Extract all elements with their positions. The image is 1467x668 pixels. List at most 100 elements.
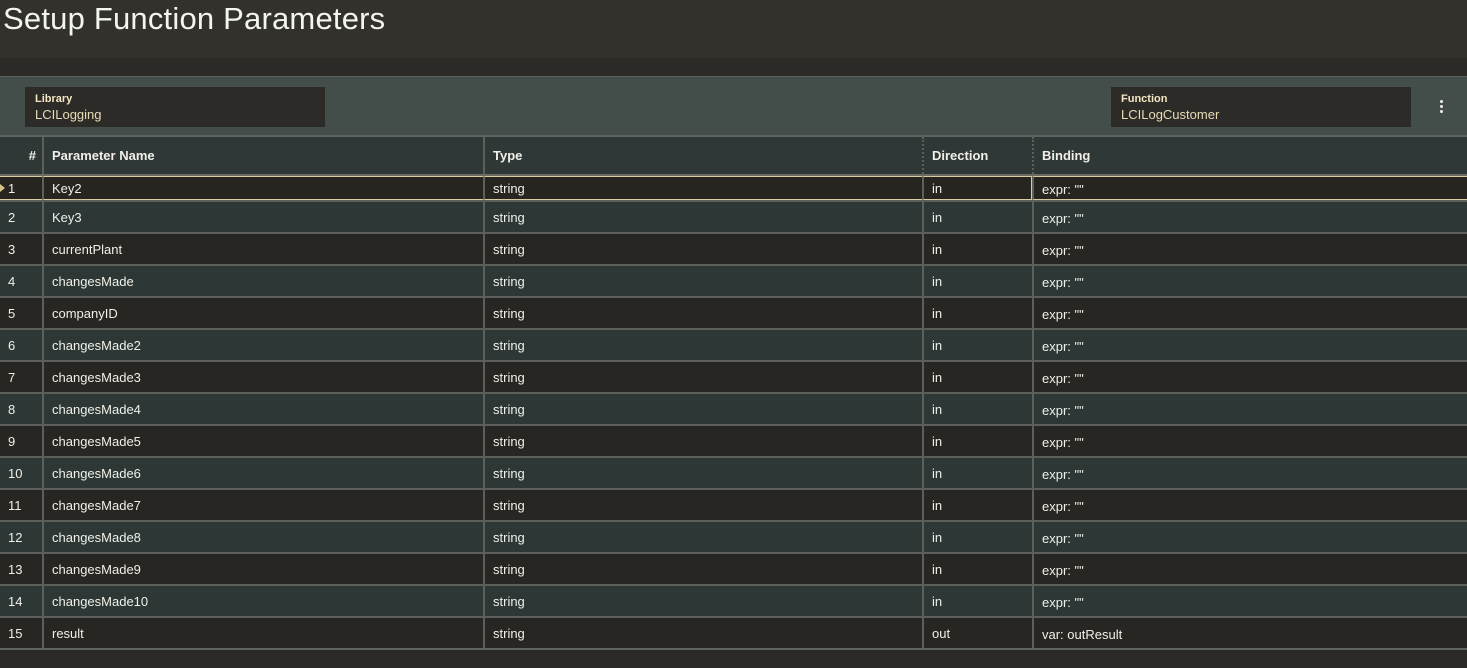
parameter-name-cell[interactable]: changesMade4 [42, 394, 483, 424]
more-options-button[interactable] [1430, 95, 1452, 117]
row-number[interactable]: 7 [0, 362, 42, 392]
row-number[interactable]: 8 [0, 394, 42, 424]
direction-cell[interactable]: in [922, 362, 1032, 392]
column-header-direction[interactable]: Direction [922, 137, 1032, 174]
type-cell[interactable]: string [483, 586, 922, 616]
direction-cell[interactable]: in [922, 234, 1032, 264]
row-number[interactable]: 5 [0, 298, 42, 328]
direction-cell[interactable]: in [922, 490, 1032, 520]
parameter-name-cell[interactable]: changesMade9 [42, 554, 483, 584]
binding-cell[interactable]: expr: "" [1032, 202, 1467, 232]
binding-cell[interactable]: expr: "" [1032, 426, 1467, 456]
binding-cell[interactable]: expr: "" [1032, 266, 1467, 296]
row-number[interactable]: 14 [0, 586, 42, 616]
row-number[interactable]: 3 [0, 234, 42, 264]
row-number[interactable]: 12 [0, 522, 42, 552]
type-cell[interactable]: string [483, 176, 922, 200]
type-cell[interactable]: string [483, 202, 922, 232]
binding-cell[interactable]: expr: "" [1032, 234, 1467, 264]
type-cell[interactable]: string [483, 458, 922, 488]
parameter-name-cell[interactable]: changesMade [42, 266, 483, 296]
direction-cell[interactable]: in [922, 554, 1032, 584]
type-cell[interactable]: string [483, 394, 922, 424]
table-row[interactable]: 6 changesMade2 string in expr: "" [0, 328, 1467, 360]
parameter-name-cell[interactable]: companyID [42, 298, 483, 328]
binding-cell[interactable]: expr: "" [1032, 394, 1467, 424]
table-row[interactable]: 2 Key3 string in expr: "" [0, 200, 1467, 232]
row-number[interactable]: 15 [0, 618, 42, 648]
parameter-name-cell-text: changesMade7 [52, 497, 141, 513]
column-header-parameter-name[interactable]: Parameter Name [42, 137, 483, 174]
parameter-name-cell[interactable]: changesMade5 [42, 426, 483, 456]
binding-cell[interactable]: expr: "" [1032, 330, 1467, 360]
library-field[interactable]: Library LCILogging [25, 87, 325, 127]
direction-cell-text: in [932, 433, 943, 449]
direction-cell[interactable]: in [922, 522, 1032, 552]
direction-cell[interactable]: out [922, 618, 1032, 648]
direction-cell[interactable]: in [922, 394, 1032, 424]
binding-cell[interactable]: expr: "" [1032, 586, 1467, 616]
direction-cell[interactable]: in [922, 202, 1032, 232]
type-cell[interactable]: string [483, 298, 922, 328]
type-cell[interactable]: string [483, 490, 922, 520]
type-cell[interactable]: string [483, 554, 922, 584]
table-row[interactable]: 4 changesMade string in expr: "" [0, 264, 1467, 296]
type-cell[interactable]: string [483, 234, 922, 264]
binding-cell[interactable]: expr: "" [1032, 298, 1467, 328]
binding-cell[interactable]: expr: "" [1032, 176, 1467, 200]
table-row[interactable]: 10 changesMade6 string in expr: "" [0, 456, 1467, 488]
direction-cell[interactable]: in [922, 330, 1032, 360]
parameter-name-cell[interactable]: Key3 [42, 202, 483, 232]
direction-cell[interactable]: in [922, 298, 1032, 328]
table-row[interactable]: 3 currentPlant string in expr: "" [0, 232, 1467, 264]
table-row[interactable]: 11 changesMade7 string in expr: "" [0, 488, 1467, 520]
row-number[interactable]: 9 [0, 426, 42, 456]
type-cell[interactable]: string [483, 330, 922, 360]
binding-cell[interactable]: expr: "" [1032, 554, 1467, 584]
parameter-name-cell[interactable]: Key2 [42, 176, 483, 200]
parameter-name-cell[interactable]: changesMade2 [42, 330, 483, 360]
direction-cell[interactable]: in [922, 176, 1032, 200]
row-number[interactable]: 1 [0, 176, 42, 200]
binding-cell[interactable]: expr: "" [1032, 458, 1467, 488]
table-row[interactable]: 7 changesMade3 string in expr: "" [0, 360, 1467, 392]
type-cell[interactable]: string [483, 266, 922, 296]
column-header-binding[interactable]: Binding [1032, 137, 1467, 174]
table-row[interactable]: 9 changesMade5 string in expr: "" [0, 424, 1467, 456]
parameter-name-cell[interactable]: result [42, 618, 483, 648]
column-header-number[interactable]: # [0, 137, 42, 174]
parameter-name-cell[interactable]: changesMade6 [42, 458, 483, 488]
row-number[interactable]: 6 [0, 330, 42, 360]
parameter-name-cell[interactable]: changesMade7 [42, 490, 483, 520]
parameter-name-cell[interactable]: changesMade8 [42, 522, 483, 552]
column-header-type[interactable]: Type [483, 137, 922, 174]
type-cell[interactable]: string [483, 618, 922, 648]
direction-cell[interactable]: in [922, 458, 1032, 488]
type-cell[interactable]: string [483, 362, 922, 392]
direction-cell[interactable]: in [922, 586, 1032, 616]
binding-cell[interactable]: expr: "" [1032, 490, 1467, 520]
parameter-name-cell[interactable]: currentPlant [42, 234, 483, 264]
parameter-name-cell[interactable]: changesMade10 [42, 586, 483, 616]
row-number[interactable]: 13 [0, 554, 42, 584]
row-number[interactable]: 11 [0, 490, 42, 520]
parameter-name-cell[interactable]: changesMade3 [42, 362, 483, 392]
table-row[interactable]: 8 changesMade4 string in expr: "" [0, 392, 1467, 424]
binding-cell[interactable]: var: outResult [1032, 618, 1467, 648]
binding-cell[interactable]: expr: "" [1032, 362, 1467, 392]
table-row[interactable]: 13 changesMade9 string in expr: "" [0, 552, 1467, 584]
row-number[interactable]: 2 [0, 202, 42, 232]
direction-cell[interactable]: in [922, 266, 1032, 296]
function-field[interactable]: Function LCILogCustomer [1111, 87, 1411, 127]
table-row[interactable]: 5 companyID string in expr: "" [0, 296, 1467, 328]
table-row[interactable]: 15 result string out var: outResult [0, 616, 1467, 648]
type-cell[interactable]: string [483, 426, 922, 456]
table-row[interactable]: 14 changesMade10 string in expr: "" [0, 584, 1467, 616]
binding-cell[interactable]: expr: "" [1032, 522, 1467, 552]
direction-cell[interactable]: in [922, 426, 1032, 456]
table-row[interactable]: 1 Key2 string in expr: "" [0, 176, 1467, 200]
type-cell[interactable]: string [483, 522, 922, 552]
row-number[interactable]: 4 [0, 266, 42, 296]
table-row[interactable]: 12 changesMade8 string in expr: "" [0, 520, 1467, 552]
row-number[interactable]: 10 [0, 458, 42, 488]
